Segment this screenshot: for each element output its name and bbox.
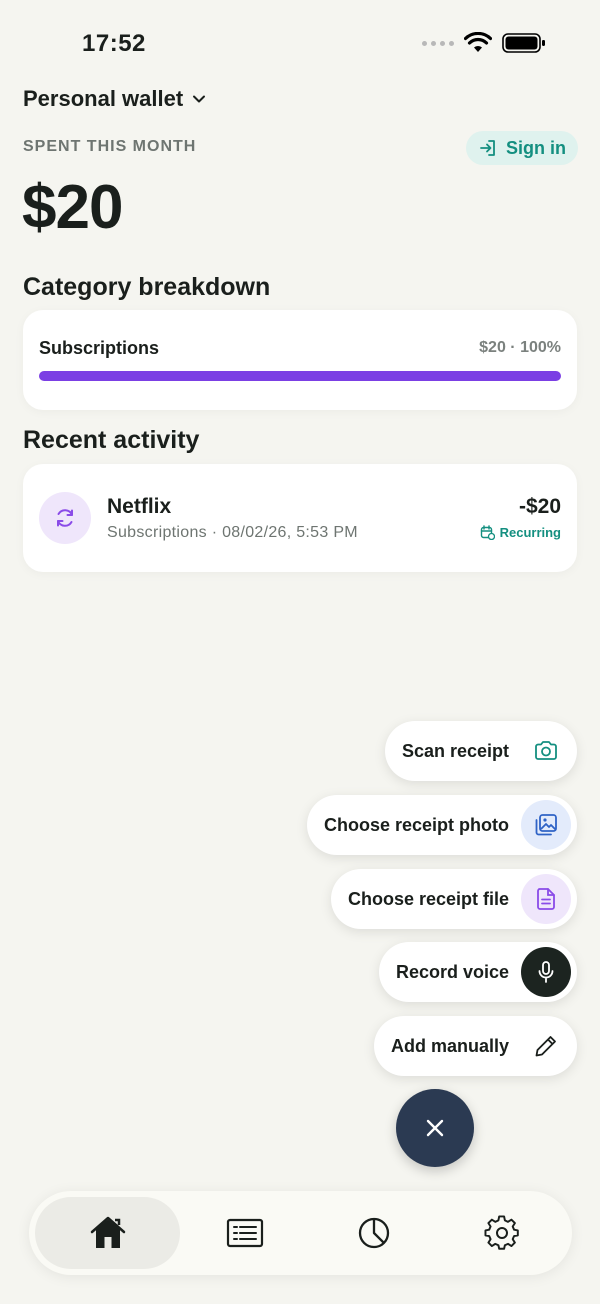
activity-subtitle: Subscriptions · 08/02/26, 5:53 PM — [107, 524, 358, 541]
add-manually-button[interactable]: Add manually — [373, 1016, 577, 1076]
choose-receipt-file-button[interactable]: Choose receipt file — [330, 869, 577, 929]
status-indicators — [422, 32, 546, 54]
scan-receipt-button[interactable]: Scan receipt — [384, 721, 577, 781]
nav-transactions[interactable] — [180, 1197, 309, 1269]
sign-in-label: Sign in — [506, 137, 566, 158]
choose-receipt-file-label: Choose receipt file — [347, 888, 509, 909]
close-icon — [426, 1119, 444, 1137]
recurring-badge: Recurring — [480, 525, 561, 540]
refresh-icon — [39, 492, 91, 544]
choose-receipt-photo-button[interactable]: Choose receipt photo — [306, 795, 577, 855]
bottom-nav — [29, 1191, 572, 1275]
microphone-icon — [521, 947, 571, 997]
category-meta: $20 · 100% — [479, 339, 561, 356]
scan-receipt-label: Scan receipt — [401, 740, 509, 761]
record-voice-button[interactable]: Record voice — [378, 942, 577, 1002]
chevron-down-icon — [193, 95, 206, 103]
pencil-icon — [521, 1021, 571, 1071]
pie-chart-icon — [358, 1217, 389, 1249]
category-progress-bar — [39, 371, 561, 381]
cellular-signal-icon — [422, 40, 454, 46]
recurring-label: Recurring — [499, 525, 561, 540]
battery-icon — [502, 33, 545, 53]
gear-icon — [484, 1215, 519, 1250]
spent-amount: $20 — [22, 173, 123, 242]
camera-icon — [521, 726, 571, 776]
nav-settings[interactable] — [438, 1197, 566, 1269]
activity-amount: -$20 — [518, 495, 561, 518]
nav-reports[interactable] — [309, 1197, 438, 1269]
close-fab-button[interactable] — [396, 1089, 474, 1167]
calendar-icon — [480, 525, 495, 540]
activity-row[interactable]: Netflix Subscriptions · 08/02/26, 5:53 P… — [23, 464, 577, 572]
record-voice-label: Record voice — [395, 961, 509, 982]
category-card[interactable]: Subscriptions $20 · 100% — [23, 310, 577, 410]
wallet-selector[interactable]: Personal wallet — [23, 86, 207, 112]
file-icon — [521, 874, 571, 924]
nav-home[interactable] — [35, 1197, 180, 1269]
activity-name: Netflix — [107, 495, 172, 518]
choose-receipt-photo-label: Choose receipt photo — [323, 814, 509, 835]
spent-label: SPENT THIS MONTH — [23, 138, 197, 155]
status-time: 17:52 — [82, 30, 146, 57]
home-icon — [90, 1216, 125, 1248]
sign-in-button[interactable]: Sign in — [466, 131, 578, 165]
wifi-icon — [464, 32, 492, 52]
login-icon — [480, 140, 495, 156]
list-icon — [226, 1218, 263, 1248]
category-breakdown-title: Category breakdown — [23, 273, 271, 301]
category-name: Subscriptions — [39, 338, 160, 358]
recent-activity-title: Recent activity — [23, 426, 200, 454]
add-manually-label: Add manually — [390, 1035, 509, 1056]
photo-icon — [521, 800, 571, 850]
wallet-name: Personal wallet — [23, 86, 184, 111]
